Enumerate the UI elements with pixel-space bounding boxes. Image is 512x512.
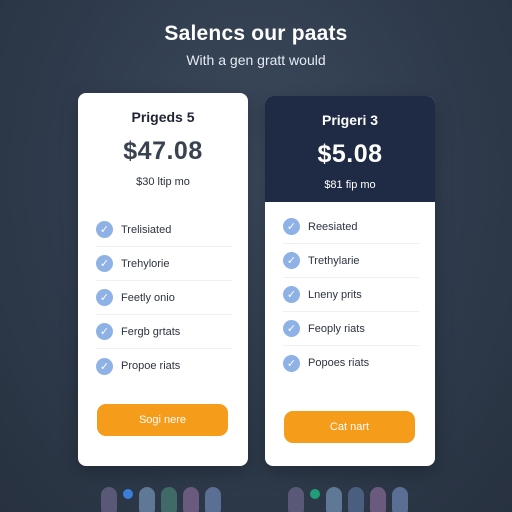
swatch-dot <box>310 489 320 499</box>
feature-label: Feoply riats <box>308 322 365 335</box>
feature-label: Propoe riats <box>121 360 181 372</box>
plan-name: Prigeds 5 <box>131 109 195 125</box>
swatch <box>205 487 221 512</box>
feature-list: ✓ Trelisiated ✓ Trehylorie ✓ Feetly onio… <box>78 203 248 383</box>
check-icon: ✓ <box>283 218 300 235</box>
feature-list: ✓ Reesiated ✓ Trethylarie ✓ Lneny prits … <box>265 202 435 380</box>
feature-item: ✓ Popoes riats <box>283 346 419 380</box>
page-title: Salencs our paats <box>164 22 348 45</box>
feature-item: ✓ Trelisiated <box>96 213 232 247</box>
check-icon: ✓ <box>96 323 113 340</box>
feature-item: ✓ Trehylorie <box>96 247 232 281</box>
check-icon: ✓ <box>96 357 113 375</box>
swatch <box>288 487 304 512</box>
feature-item: ✓ Trethylarie <box>283 244 419 278</box>
check-icon: ✓ <box>283 320 300 337</box>
feature-item: ✓ Fergb grtats <box>96 315 232 349</box>
card-header: Prigeds 5 $47.08 $30 ltip mo <box>78 93 248 203</box>
card-header: Prigeri 3 $5.08 $81 fip mo <box>265 96 435 202</box>
get-started-button[interactable]: Cat nart <box>284 411 415 443</box>
plan-price-note: $81 fip mo <box>324 179 376 191</box>
feature-item: ✓ Lneny prits <box>283 278 419 312</box>
decorative-swatches <box>101 487 221 512</box>
feature-label: Reesiated <box>308 220 358 233</box>
page-subtitle: With a gen gratt would <box>186 52 326 68</box>
swatch-dot <box>123 489 133 499</box>
feature-label: Trethylarie <box>308 254 360 267</box>
decorative-swatches <box>288 487 408 512</box>
feature-item: ✓ Feetly onio <box>96 281 232 315</box>
check-icon: ✓ <box>96 289 113 306</box>
pricing-card-featured: Prigeri 3 $5.08 $81 fip mo ✓ Reesiated ✓… <box>265 96 435 466</box>
feature-item: ✓ Reesiated <box>283 210 419 244</box>
swatch <box>139 487 155 512</box>
swatch <box>348 487 364 512</box>
check-icon: ✓ <box>283 354 300 372</box>
swatch <box>183 487 199 512</box>
check-icon: ✓ <box>96 221 113 238</box>
swatch <box>370 487 386 512</box>
swatch <box>101 487 117 512</box>
swatch <box>326 487 342 512</box>
check-icon: ✓ <box>283 286 300 303</box>
plan-price: $5.08 <box>317 140 383 168</box>
feature-item: ✓ Propoe riats <box>96 349 232 383</box>
check-icon: ✓ <box>283 252 300 269</box>
feature-item: ✓ Feoply riats <box>283 312 419 346</box>
feature-label: Trelisiated <box>121 223 172 236</box>
plan-price: $47.08 <box>123 137 203 165</box>
feature-label: Lneny prits <box>308 288 362 301</box>
check-icon: ✓ <box>96 255 113 272</box>
plan-price-note: $30 ltip mo <box>136 176 190 188</box>
feature-label: Fergb grtats <box>121 325 181 338</box>
swatch <box>161 487 177 512</box>
sign-up-button[interactable]: Sogi nere <box>97 404 228 436</box>
swatch <box>392 487 408 512</box>
feature-label: Feetly onio <box>121 291 175 304</box>
plan-name: Prigeri 3 <box>321 112 379 128</box>
feature-label: Popoes riats <box>308 357 370 369</box>
pricing-card-basic: Prigeds 5 $47.08 $30 ltip mo ✓ Trelisiat… <box>78 93 248 466</box>
feature-label: Trehylorie <box>121 257 170 270</box>
